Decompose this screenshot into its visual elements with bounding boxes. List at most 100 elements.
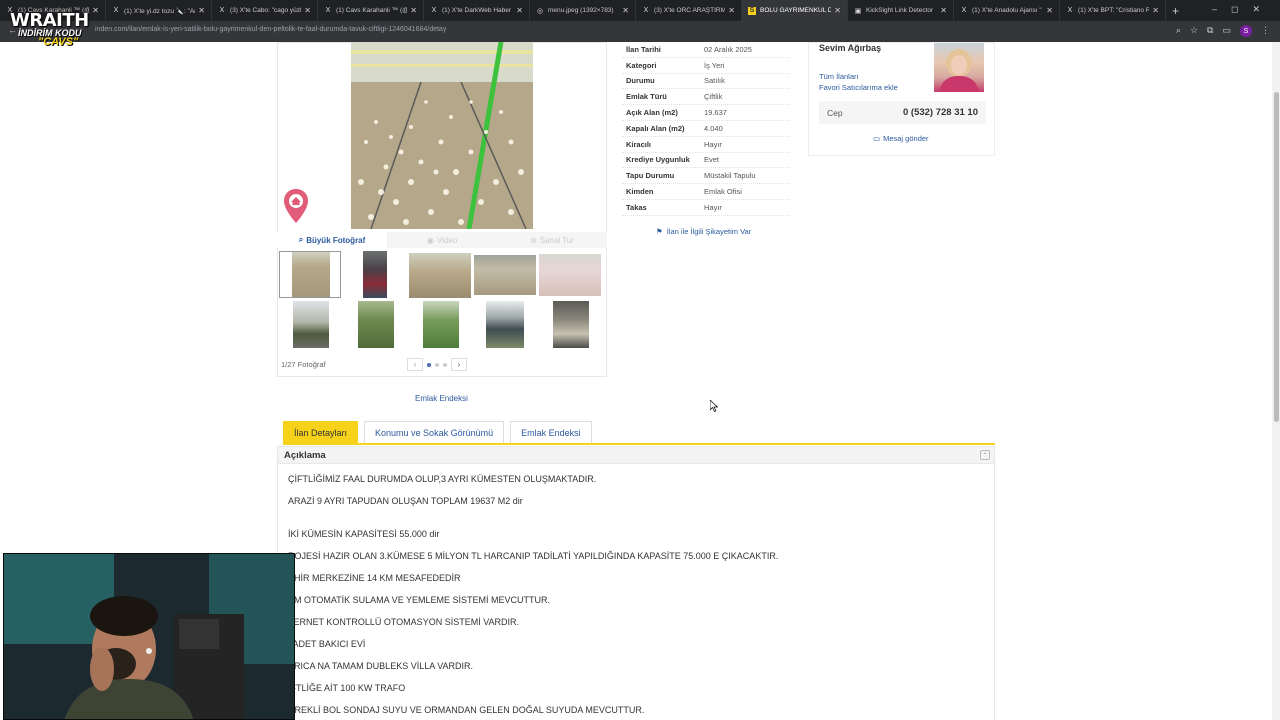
webcam-overlay bbox=[3, 553, 295, 720]
thumbnail[interactable] bbox=[279, 301, 341, 348]
complaint-link[interactable]: ⚑ İlan ile İlgili Şikayetim Var bbox=[656, 227, 751, 236]
tab-9[interactable]: X (1) X'te Anadolu Ajansı " ✕ bbox=[954, 0, 1060, 21]
url-field[interactable]: inden.com/ilan/emlak-is-yeri-satilik-bol… bbox=[95, 26, 446, 33]
thumb-image bbox=[293, 301, 329, 348]
play-icon: ◉ bbox=[426, 235, 434, 245]
thumb-image bbox=[358, 301, 394, 348]
x-icon: X bbox=[325, 7, 331, 14]
profile-avatar[interactable]: S bbox=[1240, 25, 1252, 37]
prev-page-button[interactable]: ‹ bbox=[407, 358, 423, 371]
tab-label: Sanal Tur bbox=[539, 235, 574, 245]
tab-8[interactable]: ▣ KickSight Link Detector ✕ bbox=[848, 0, 954, 21]
map-pin-icon[interactable] bbox=[284, 189, 308, 223]
close-icon[interactable]: ✕ bbox=[410, 6, 417, 15]
detail-value: Emlak Ofisi bbox=[704, 187, 742, 197]
x-icon: X bbox=[961, 7, 967, 14]
scrollbar[interactable] bbox=[1272, 42, 1280, 720]
streamer-webcam-image bbox=[4, 554, 294, 719]
x-icon: X bbox=[643, 7, 649, 14]
thumbnail[interactable] bbox=[539, 301, 601, 348]
close-icon[interactable]: ✕ bbox=[834, 6, 841, 15]
tab-1[interactable]: X (1) X'te yi.dz tozu 🔪: "An ✕ bbox=[106, 0, 212, 21]
detail-key: Krediye Uygunluk bbox=[626, 155, 690, 165]
window-controls[interactable]: –◻✕ bbox=[1212, 4, 1274, 15]
thumbnail[interactable] bbox=[279, 251, 341, 298]
close-icon[interactable]: ✕ bbox=[728, 6, 735, 15]
emlak-index-link[interactable]: Emlak Endeksi bbox=[415, 394, 468, 403]
main-photo[interactable] bbox=[351, 42, 533, 229]
detail-row: Kimden Emlak Ofisi bbox=[622, 184, 790, 200]
detail-key: Kapalı Alan (m2) bbox=[626, 123, 685, 133]
send-message-link[interactable]: ▭ Mesaj gönder bbox=[873, 134, 929, 143]
description-line: ROJESİ HAZIR OLAN 3.KÜMESE 5 MİLYON TL H… bbox=[288, 551, 779, 561]
page-dot[interactable] bbox=[435, 362, 439, 367]
thumbnail[interactable] bbox=[409, 301, 471, 348]
next-page-button[interactable]: › bbox=[451, 358, 467, 371]
new-tab-button[interactable]: + bbox=[1166, 4, 1185, 18]
thumb-image bbox=[363, 251, 387, 298]
description-header: Açıklama ⌃ bbox=[277, 446, 995, 464]
phone-number[interactable]: 0 (532) 728 31 10 bbox=[903, 107, 978, 118]
scrollbar-thumb[interactable] bbox=[1274, 92, 1279, 422]
tab-big-photo[interactable]: ⌕ Büyük Fotoğraf bbox=[277, 232, 387, 248]
thumb-image bbox=[486, 301, 524, 348]
thumb-image bbox=[292, 252, 330, 297]
close-icon[interactable]: ✕ bbox=[516, 6, 523, 15]
tab-10[interactable]: X (1) X'te BPT: "Cristiano Ro ✕ bbox=[1060, 0, 1166, 21]
all-listings-link[interactable]: Tüm İlanları bbox=[819, 72, 859, 81]
tab-title: (1) X'te DarkWeb Haber bbox=[442, 7, 512, 14]
tab-title: BOLU GAYRİMENKUL DEN bbox=[760, 7, 831, 14]
detail-key: İlan Tarihi bbox=[626, 44, 661, 54]
zoom-icon[interactable]: ⌕ bbox=[1176, 25, 1181, 37]
tab-video[interactable]: ◉ Video bbox=[387, 232, 497, 248]
detail-value: İş Yeri bbox=[704, 60, 725, 70]
thumbnail[interactable] bbox=[474, 301, 536, 348]
star-icon[interactable]: ☆ bbox=[1190, 25, 1198, 37]
thumbnail[interactable] bbox=[344, 251, 406, 298]
tab-title: (3) X'te ORC ARAŞTIRMA bbox=[654, 7, 726, 14]
tab-4[interactable]: X (1) X'te DarkWeb Haber ✕ bbox=[424, 0, 530, 21]
tab-emlak-index[interactable]: Emlak Endeksi bbox=[510, 421, 592, 443]
toolbar-icons: ⌕ ☆ ⧉ ▭ S ⋮ bbox=[1176, 25, 1270, 37]
thumbnail[interactable] bbox=[539, 251, 601, 298]
description-body: ÇİFTLİĞİMİZ FAAL DURUMDA OLUP,3 AYRI KÜM… bbox=[277, 464, 995, 720]
collapse-icon[interactable]: ⌃ bbox=[980, 450, 990, 460]
thumbnail[interactable] bbox=[344, 301, 406, 348]
detail-key: Emlak Türü bbox=[626, 92, 667, 102]
close-icon[interactable]: ✕ bbox=[940, 6, 947, 15]
detail-key: Açık Alan (m2) bbox=[626, 108, 678, 118]
description-line: EHİR MERKEZİNE 14 KM MESAFEDEDİR bbox=[288, 573, 461, 583]
thumbnail[interactable] bbox=[409, 251, 471, 298]
photo-tabs: ⌕ Büyük Fotoğraf ◉ Video ⊛ Sanal Tur bbox=[277, 232, 607, 248]
cast-icon[interactable]: ▭ bbox=[1222, 25, 1231, 37]
seller-card: Sevim Ağırbaş Tüm İlanları Favori Satıcı… bbox=[808, 42, 995, 156]
x-icon: X bbox=[219, 7, 225, 14]
tab-5[interactable]: ◎ menu.jpeg (1392×783) ✕ bbox=[530, 0, 636, 21]
mouse-cursor-icon bbox=[710, 400, 718, 412]
stream-logo-overlay: WRAITH İNDİRİM KODU "CAVS" bbox=[10, 10, 100, 58]
tab-listing-details[interactable]: İlan Detayları bbox=[283, 421, 359, 443]
tab-3[interactable]: X (1) Cavs Karahanli ™ (@ka✕ bbox=[318, 0, 424, 21]
extensions-icon[interactable]: ⧉ bbox=[1207, 25, 1213, 37]
flag-icon: ⚑ bbox=[656, 227, 663, 236]
tab-7[interactable]: S BOLU GAYRİMENKUL DEN✕ bbox=[742, 0, 848, 21]
description-line: İKİ KÜMESİN KAPASİTESİ 55.000 dir bbox=[288, 529, 440, 539]
tab-location[interactable]: Konumu ve Sokak Görünümü bbox=[364, 421, 505, 443]
page-dot[interactable] bbox=[427, 362, 431, 367]
tab-virtual-tour[interactable]: ⊛ Sanal Tur bbox=[497, 232, 607, 248]
thumbnail[interactable] bbox=[474, 251, 536, 298]
page-dot[interactable] bbox=[443, 362, 447, 367]
address-bar: ← inden.com/ilan/emlak-is-yeri-satilik-b… bbox=[0, 21, 1280, 42]
menu-icon[interactable]: ⋮ bbox=[1261, 25, 1270, 37]
detail-row: Takas Hayır bbox=[622, 200, 790, 216]
tab-2[interactable]: X (3) X'te Cabo: "cago yüzlü ✕ bbox=[212, 0, 318, 21]
logo-code: "CAVS" bbox=[38, 36, 79, 48]
favorite-seller-link[interactable]: Favori Satıcılarıma ekle bbox=[819, 83, 898, 92]
close-icon[interactable]: ✕ bbox=[198, 6, 205, 15]
close-icon[interactable]: ✕ bbox=[1046, 6, 1053, 15]
tab-6[interactable]: X (3) X'te ORC ARAŞTIRMA ✕ bbox=[636, 0, 742, 21]
close-icon[interactable]: ✕ bbox=[304, 6, 311, 15]
close-icon[interactable]: ✕ bbox=[622, 6, 629, 15]
close-icon[interactable]: ✕ bbox=[1152, 6, 1159, 15]
thumb-image bbox=[553, 301, 589, 348]
